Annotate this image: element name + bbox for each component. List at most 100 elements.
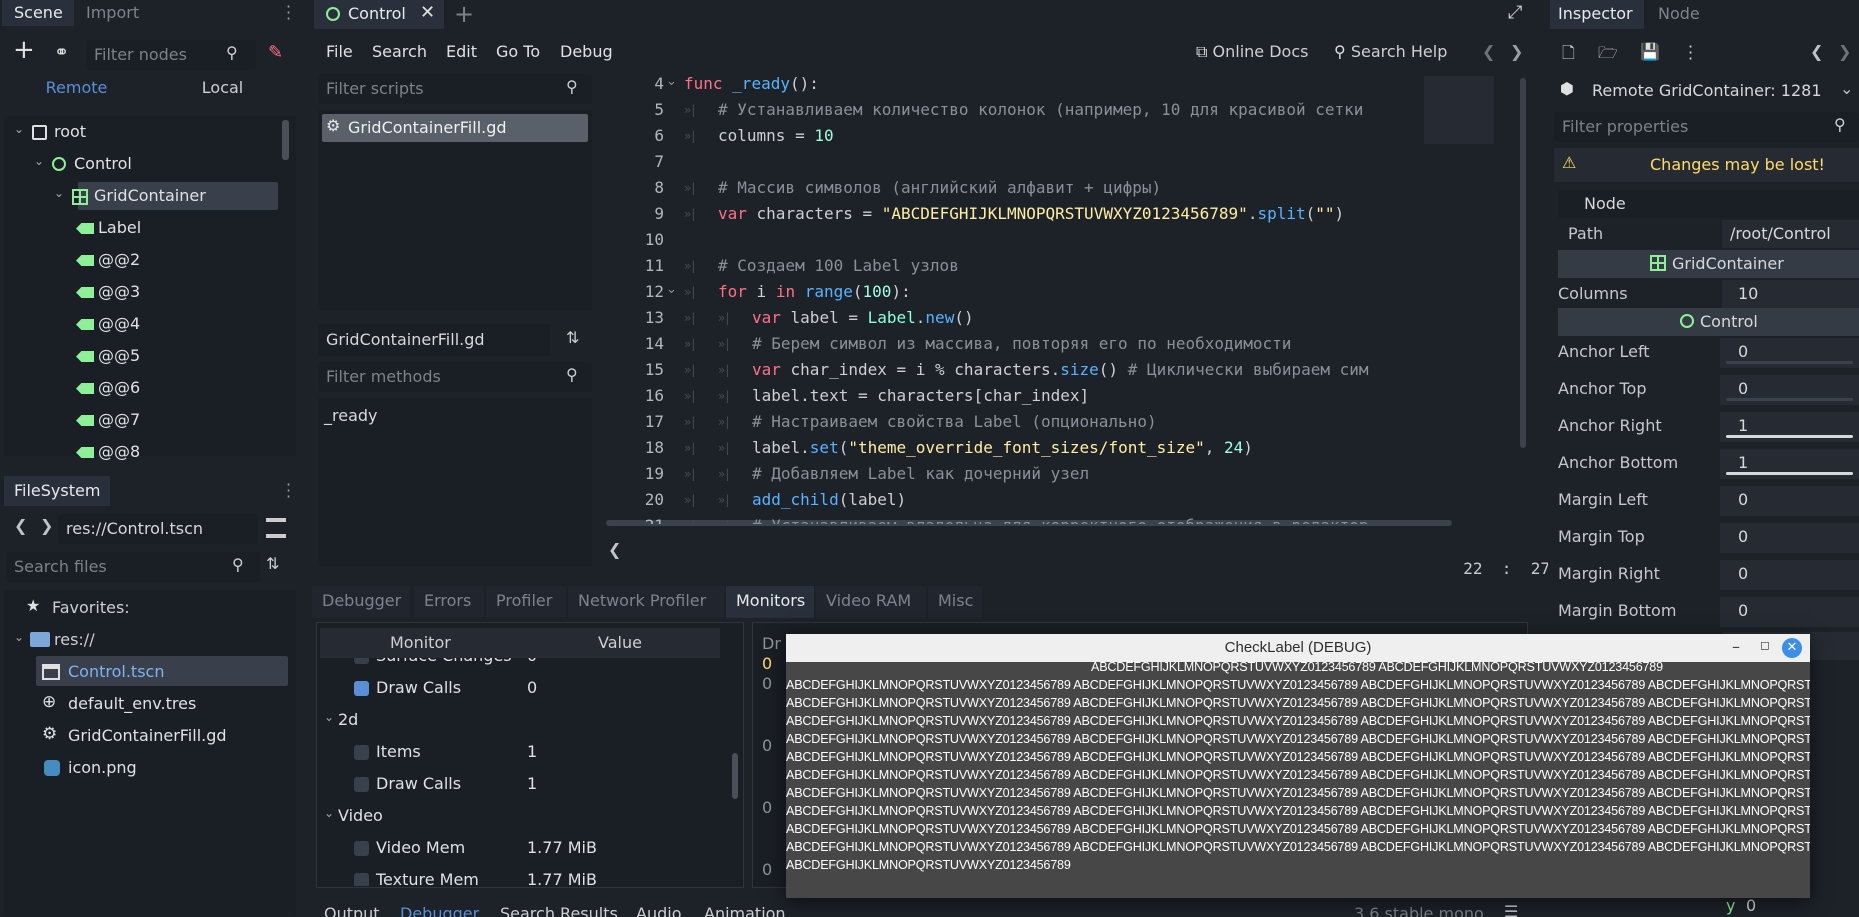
section-control[interactable]: Control bbox=[1558, 308, 1859, 336]
add-node-icon[interactable]: + bbox=[13, 37, 35, 63]
tab-import[interactable]: Import bbox=[78, 0, 158, 26]
prop-field[interactable]: 0 bbox=[1720, 375, 1859, 405]
debug-window-titlebar[interactable]: CheckLabel (DEBUG) – ◻ ✕ bbox=[786, 634, 1810, 662]
prop-field[interactable]: 0 bbox=[1720, 338, 1859, 368]
section-gridcontainer[interactable]: GridContainer bbox=[1558, 250, 1859, 278]
debugger-tab-monitors[interactable]: Monitors bbox=[726, 586, 814, 618]
tab-scene[interactable]: Scene bbox=[2, 0, 74, 26]
close-icon[interactable]: ✕ bbox=[420, 2, 435, 23]
local-tab[interactable]: Local bbox=[150, 78, 295, 106]
res-folder-label[interactable]: res:// bbox=[54, 630, 95, 649]
filesystem-path-input[interactable]: res://Control.tscn bbox=[58, 514, 258, 544]
section-node[interactable]: Node bbox=[1558, 190, 1859, 218]
sort-methods-icon[interactable]: ⇅ bbox=[566, 328, 579, 347]
menu-file[interactable]: File bbox=[326, 42, 353, 61]
bottom-tab-search-results[interactable]: Search Results bbox=[500, 904, 618, 917]
back-icon[interactable]: ❮ bbox=[14, 516, 27, 535]
scene-tree-item[interactable]: Control bbox=[74, 154, 132, 173]
file-item[interactable]: Control.tscn bbox=[68, 662, 164, 681]
menu-search[interactable]: Search bbox=[372, 42, 427, 61]
monitor-checkbox[interactable] bbox=[354, 873, 369, 886]
history-back-icon[interactable]: ❮ bbox=[1482, 42, 1495, 61]
debugger-tab-misc[interactable]: Misc bbox=[928, 586, 982, 618]
prop-field[interactable]: 0 bbox=[1720, 523, 1859, 553]
prop-slider[interactable] bbox=[1726, 398, 1853, 401]
method-item[interactable]: _ready bbox=[324, 406, 378, 425]
tab-control-scene[interactable]: Control ✕ bbox=[314, 0, 444, 29]
search-help-button[interactable]: ⚲ Search Help bbox=[1334, 42, 1447, 61]
file-item[interactable]: GridContainerFill.gd bbox=[68, 726, 227, 745]
file-item[interactable]: default_env.tres bbox=[68, 694, 196, 713]
inspector-back-icon[interactable]: ❮ bbox=[1810, 42, 1823, 61]
maximize-icon[interactable]: ◻ bbox=[1760, 638, 1770, 652]
object-selector[interactable]: ⬢ Remote GridContainer: 1281 ⌄ bbox=[1554, 76, 1859, 106]
tab-inspector[interactable]: Inspector bbox=[1550, 0, 1644, 29]
file-item[interactable]: icon.png bbox=[68, 758, 137, 777]
monitor-checkbox[interactable] bbox=[354, 681, 369, 696]
new-resource-icon[interactable]: 🗋 bbox=[1562, 42, 1575, 69]
menu-debug[interactable]: Debug bbox=[560, 42, 613, 61]
fold-icon[interactable]: ⌄ bbox=[666, 74, 677, 89]
debugger-tab-network-profiler[interactable]: Network Profiler bbox=[568, 586, 724, 618]
remote-tab[interactable]: Remote bbox=[4, 78, 149, 106]
monitor-checkbox[interactable] bbox=[354, 745, 369, 760]
toggle-scripts-icon[interactable]: ❮ bbox=[608, 540, 621, 559]
scene-tree-item[interactable]: GridContainer bbox=[94, 186, 206, 205]
bottom-tab-animation[interactable]: Animation bbox=[704, 904, 786, 917]
path-value-field[interactable]: /root/Control bbox=[1722, 220, 1859, 248]
debugger-tab-video-ram[interactable]: Video RAM bbox=[816, 586, 926, 618]
chevron-down-icon[interactable]: ⌄ bbox=[14, 630, 24, 644]
scene-tree-item[interactable]: Label bbox=[98, 218, 141, 237]
filter-nodes-input[interactable]: Filter nodes ⚲ bbox=[86, 40, 256, 70]
monitor-group[interactable]: Video bbox=[338, 806, 383, 825]
forward-icon[interactable]: ❯ bbox=[40, 516, 53, 535]
remote-scene-icon[interactable]: ✎ bbox=[268, 42, 283, 63]
prop-field[interactable]: 0 bbox=[1720, 486, 1859, 516]
scene-tree-item[interactable]: @@4 bbox=[98, 314, 140, 333]
debugger-tab-debugger[interactable]: Debugger bbox=[312, 586, 410, 618]
prop-field[interactable]: 0 bbox=[1720, 560, 1859, 590]
scene-menu-icon[interactable]: · · · bbox=[286, 0, 291, 27]
minimize-icon[interactable]: – bbox=[1732, 637, 1740, 656]
split-view-icon[interactable] bbox=[266, 518, 286, 538]
filter-methods-input[interactable]: Filter methods ⚲ bbox=[318, 362, 592, 392]
inspector-menu-icon[interactable]: · · · bbox=[1688, 39, 1693, 67]
tab-filesystem[interactable]: FileSystem bbox=[4, 476, 110, 506]
chevron-down-icon[interactable]: ⌄ bbox=[14, 122, 24, 136]
monitor-checkbox[interactable] bbox=[354, 841, 369, 856]
prop-slider[interactable] bbox=[1726, 361, 1853, 364]
chevron-down-icon[interactable]: ⌄ bbox=[324, 710, 334, 724]
script-item[interactable]: ⚙ GridContainerFill.gd bbox=[322, 114, 588, 142]
inspector-forward-icon[interactable]: ❯ bbox=[1838, 42, 1851, 61]
fullscreen-icon[interactable]: ⤢ bbox=[1508, 2, 1522, 23]
expand-bottom-icon[interactable]: ☰ bbox=[1504, 902, 1518, 917]
monitor-group[interactable]: 2d bbox=[338, 710, 358, 729]
sort-icon[interactable]: ⇅ bbox=[266, 554, 279, 573]
online-docs-button[interactable]: ⧉ Online Docs bbox=[1196, 42, 1308, 62]
prop-slider[interactable] bbox=[1726, 472, 1853, 475]
filter-scripts-input[interactable]: Filter scripts ⚲ bbox=[318, 74, 592, 104]
prop-field[interactable]: 1 bbox=[1720, 412, 1859, 442]
chevron-down-icon[interactable]: ⌄ bbox=[54, 186, 64, 200]
prop-slider[interactable] bbox=[1726, 435, 1853, 438]
scene-tree-item[interactable]: @@5 bbox=[98, 346, 140, 365]
scene-tree-item[interactable]: root bbox=[54, 122, 86, 141]
scene-tree-item[interactable]: @@7 bbox=[98, 410, 140, 429]
search-files-input[interactable]: Search files ⚲ bbox=[6, 552, 260, 582]
debugger-tab-profiler[interactable]: Profiler bbox=[486, 586, 566, 618]
scene-tree-item[interactable]: @@6 bbox=[98, 378, 140, 397]
tree-scrollbar[interactable] bbox=[282, 120, 289, 160]
bottom-tab-debugger[interactable]: Debugger bbox=[400, 904, 479, 917]
scene-tree-item[interactable]: @@2 bbox=[98, 250, 140, 269]
scene-tree-item[interactable]: @@3 bbox=[98, 282, 140, 301]
debugger-tab-errors[interactable]: Errors bbox=[414, 586, 484, 618]
chevron-down-icon[interactable]: ⌄ bbox=[34, 154, 44, 168]
columns-spinbox[interactable]: 10 bbox=[1722, 280, 1859, 308]
history-forward-icon[interactable]: ❯ bbox=[1510, 42, 1523, 61]
menu-edit[interactable]: Edit bbox=[446, 42, 477, 61]
prop-field[interactable]: 1 bbox=[1720, 449, 1859, 479]
monitor-checkbox[interactable] bbox=[354, 777, 369, 792]
fold-icon[interactable]: ⌄ bbox=[666, 282, 677, 297]
filesystem-menu-icon[interactable]: · · · bbox=[286, 477, 291, 505]
menu-go-to[interactable]: Go To bbox=[496, 42, 540, 61]
